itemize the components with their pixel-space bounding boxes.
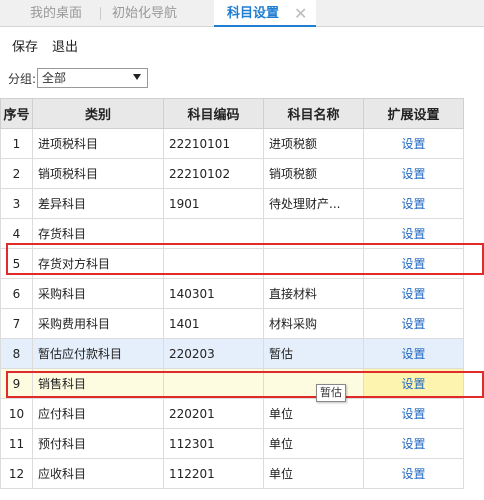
row-index: 4: [0, 218, 33, 249]
table-row[interactable]: 12 应收科目 112201 单位 设置: [0, 458, 464, 489]
column-header-category[interactable]: 类别: [32, 98, 164, 129]
row-category[interactable]: 预付科目: [32, 428, 164, 459]
row-name[interactable]: 材料采购: [263, 308, 364, 339]
tab-init-navigation[interactable]: 初始化导航: [112, 0, 177, 27]
row-category[interactable]: 销项税科目: [32, 158, 164, 189]
row-category[interactable]: 进项税科目: [32, 128, 164, 159]
row-index: 12: [0, 458, 33, 489]
table-row[interactable]: 10 应付科目 220201 单位 设置: [0, 398, 464, 429]
row-index: 7: [0, 308, 33, 339]
row-category[interactable]: 应收科目: [32, 458, 164, 489]
row-index: 5: [0, 248, 33, 279]
table-row-editing[interactable]: 9 销售科目 设置: [0, 368, 464, 399]
settings-link[interactable]: 设置: [363, 398, 464, 429]
row-name[interactable]: 单位: [263, 428, 364, 459]
row-name[interactable]: 待处理财产...: [263, 188, 364, 219]
row-index: 11: [0, 428, 33, 459]
tab-account-settings-label: 科目设置: [227, 6, 280, 21]
row-category[interactable]: 存货科目: [32, 218, 164, 249]
toolbar: 保存 退出: [0, 28, 484, 60]
grid-header-row: 序号 类别 科目编码 科目名称 扩展设置: [0, 98, 464, 129]
table-row[interactable]: 2 销项税科目 22210102 销项税额 设置: [0, 158, 464, 189]
account-settings-grid: 序号 类别 科目编码 科目名称 扩展设置 1 进项税科目 22210101 进项…: [0, 98, 464, 489]
row-category[interactable]: 应付科目: [32, 398, 164, 429]
tab-bar: 我的桌面 初始化导航 科目设置 ✕: [0, 0, 484, 27]
tab-separator: [100, 7, 101, 20]
column-header-name[interactable]: 科目名称: [263, 98, 364, 129]
row-code[interactable]: 1901: [163, 188, 264, 219]
row-name[interactable]: 销项税额: [263, 158, 364, 189]
settings-link[interactable]: 设置: [363, 278, 464, 309]
row-name[interactable]: 单位: [263, 458, 364, 489]
dropdown-arrow-icon[interactable]: [133, 74, 141, 80]
row-name[interactable]: [263, 248, 364, 279]
row-code[interactable]: 140301: [163, 278, 264, 309]
table-row[interactable]: 4 存货科目 设置: [0, 218, 464, 249]
table-row-selected[interactable]: 8 暂估应付款科目 220203 暂估 设置: [0, 338, 464, 369]
row-name[interactable]: [263, 218, 364, 249]
column-header-code[interactable]: 科目编码: [163, 98, 264, 129]
row-code[interactable]: [163, 218, 264, 249]
settings-link[interactable]: 设置: [363, 218, 464, 249]
settings-link[interactable]: 设置: [363, 308, 464, 339]
group-filter-label: 分组:: [8, 72, 37, 86]
row-category[interactable]: 采购科目: [32, 278, 164, 309]
row-index: 10: [0, 398, 33, 429]
row-category[interactable]: 采购费用科目: [32, 308, 164, 339]
row-name[interactable]: 暂估: [263, 338, 364, 369]
row-index: 2: [0, 158, 33, 189]
row-category[interactable]: 暂估应付款科目: [32, 338, 164, 369]
tab-my-desktop[interactable]: 我的桌面: [30, 0, 82, 27]
table-row[interactable]: 3 差异科目 1901 待处理财产... 设置: [0, 188, 464, 219]
settings-link[interactable]: 设置: [363, 368, 464, 399]
row-code[interactable]: 112301: [163, 428, 264, 459]
settings-link[interactable]: 设置: [363, 458, 464, 489]
row-name[interactable]: 进项税额: [263, 128, 364, 159]
row-code[interactable]: 220203: [163, 338, 264, 369]
settings-link[interactable]: 设置: [363, 128, 464, 159]
tab-account-settings[interactable]: 科目设置 ✕: [214, 0, 316, 27]
settings-link[interactable]: 设置: [363, 428, 464, 459]
row-name[interactable]: [263, 368, 364, 399]
row-category[interactable]: 差异科目: [32, 188, 164, 219]
tooltip: 暂估: [316, 384, 346, 402]
settings-link[interactable]: 设置: [363, 248, 464, 279]
exit-button[interactable]: 退出: [52, 36, 78, 55]
group-select-value: 全部: [42, 71, 67, 85]
row-name[interactable]: 单位: [263, 398, 364, 429]
row-category[interactable]: 存货对方科目: [32, 248, 164, 279]
table-row[interactable]: 11 预付科目 112301 单位 设置: [0, 428, 464, 459]
table-row[interactable]: 6 采购科目 140301 直接材料 设置: [0, 278, 464, 309]
row-code[interactable]: [163, 248, 264, 279]
settings-link[interactable]: 设置: [363, 158, 464, 189]
row-index: 8: [0, 338, 33, 369]
settings-link[interactable]: 设置: [363, 338, 464, 369]
table-row[interactable]: 7 采购费用科目 1401 材料采购 设置: [0, 308, 464, 339]
row-index: 9: [0, 368, 33, 399]
row-code[interactable]: [163, 368, 264, 399]
row-name[interactable]: 直接材料: [263, 278, 364, 309]
row-code[interactable]: 1401: [163, 308, 264, 339]
row-code[interactable]: 22210101: [163, 128, 264, 159]
save-button[interactable]: 保存: [12, 36, 38, 55]
settings-link[interactable]: 设置: [363, 188, 464, 219]
group-select[interactable]: 全部: [37, 68, 148, 88]
row-category[interactable]: 销售科目: [32, 368, 164, 399]
table-row[interactable]: 5 存货对方科目 设置: [0, 248, 464, 279]
row-code[interactable]: 22210102: [163, 158, 264, 189]
row-index: 6: [0, 278, 33, 309]
close-icon[interactable]: ✕: [294, 0, 307, 27]
column-header-extended-settings[interactable]: 扩展设置: [363, 98, 464, 129]
row-code[interactable]: 220201: [163, 398, 264, 429]
row-index: 3: [0, 188, 33, 219]
table-row[interactable]: 1 进项税科目 22210101 进项税额 设置: [0, 128, 464, 159]
row-index: 1: [0, 128, 33, 159]
column-header-index[interactable]: 序号: [0, 98, 33, 129]
row-code[interactable]: 112201: [163, 458, 264, 489]
